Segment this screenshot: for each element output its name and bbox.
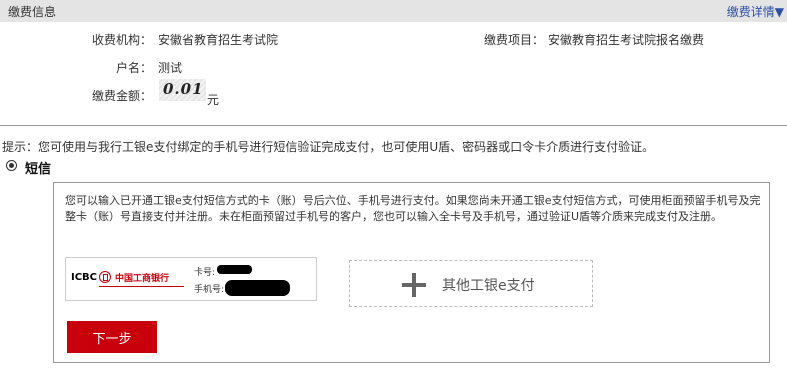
amount-value: 0.01 [163,80,204,98]
bank-card-option[interactable]: ICBC 中国工商银行 卡号: 手机号:1 [65,257,317,301]
icbc-logo-icon [99,271,111,283]
name-value: 测试 [158,61,183,75]
divider [0,125,787,126]
org-value: 安徽省教育招生考试院 [158,33,279,47]
org-label: 收费机构： [91,33,152,47]
panel-description: 您可以输入已开通工银e支付短信方式的卡（账）号后六位、手机号进行支付。如果您尚未… [65,194,761,223]
header-bar: 缴费信息 缴费详情▼ [0,0,787,22]
amount-label: 缴费金额： [91,89,152,103]
payment-detail-link[interactable]: 缴费详情▼ [727,3,784,20]
other-epay-label: 其他工银e支付 [442,278,535,294]
icbc-abbr: ICBC [71,272,98,283]
item-value: 安徽教育招生考试院报名缴费 [548,33,705,47]
redacted-phone-number [225,280,290,296]
section-title: 缴费信息 [8,5,57,19]
amount-image: 0.01 [159,79,206,101]
name-label: 户名： [115,61,152,75]
sms-radio[interactable] [6,160,17,171]
redacted-card-number [217,265,252,274]
bank-underline [99,286,184,287]
radio-selected-dot [9,163,14,168]
item-label: 缴费项目： [483,33,544,47]
sms-panel: 您可以输入已开通工银e支付短信方式的卡（账）号后六位、手机号进行支付。如果您尚未… [53,182,770,363]
bank-name: 中国工商银行 [115,274,170,284]
plus-icon [402,273,426,297]
other-epay-option[interactable]: 其他工银e支付 [349,260,593,307]
amount-unit: 元 [207,93,220,107]
next-step-button[interactable]: 下一步 [67,321,157,353]
sms-method-label[interactable]: 短信 [25,158,51,177]
tip-text: 提示：您可使用与我行工银e支付绑定的手机号进行短信验证完成支付，也可使用U盾、密… [2,140,655,154]
card-number-label: 卡号: [194,268,216,278]
